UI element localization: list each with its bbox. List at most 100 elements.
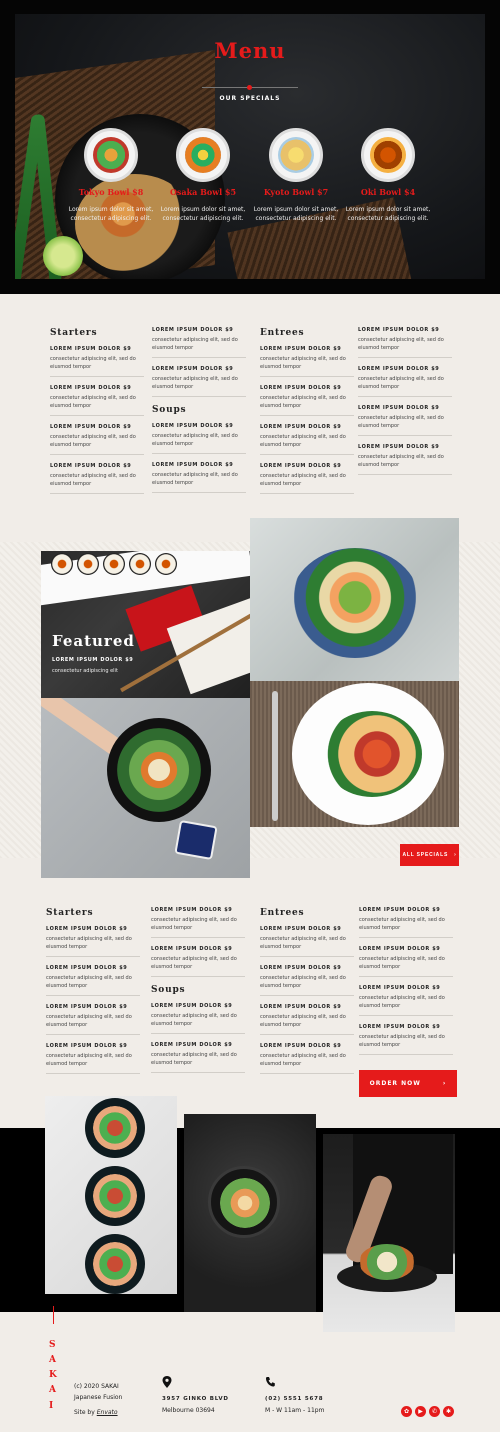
phone-number[interactable]: (02) 5551 5678: [265, 1394, 324, 1405]
menu-item: LOREM IPSUM DOLOR $9 consectetur adipisci…: [260, 424, 354, 455]
item-name: LOREM IPSUM DOLOR $9: [260, 385, 342, 391]
special-item[interactable]: Oki Bowl $4 Lorem ipsum dolor sit amet, …: [342, 128, 434, 223]
all-specials-button[interactable]: ALL SPECIALS ›: [400, 844, 459, 866]
menu-item: LOREM IPSUM DOLOR $9 consectetur adipisci…: [359, 985, 453, 1016]
item-name: LOREM IPSUM DOLOR $9: [46, 1004, 128, 1010]
yelp-icon[interactable]: ✱: [443, 1406, 454, 1417]
sushi-photo: [41, 551, 250, 698]
item-name: LOREM IPSUM DOLOR $9: [358, 405, 440, 411]
menu-item: LOREM IPSUM DOLOR $9 consectetur adipisci…: [358, 444, 452, 475]
footer-contact: (02) 5551 5678 M - W 11am - 11pm: [265, 1394, 324, 1416]
site-by-text: Site by: [74, 1409, 95, 1416]
item-desc: consectetur adipiscing elit, sed do eius…: [260, 975, 346, 989]
dark-plate-photo: [184, 1114, 316, 1312]
section-title: Soups: [151, 985, 186, 995]
item-name: LOREM IPSUM DOLOR $9: [50, 346, 132, 352]
item-desc: consectetur adipiscing elit, sed do eius…: [46, 936, 132, 950]
item-name: LOREM IPSUM DOLOR $9: [151, 1042, 233, 1048]
item-name: LOREM IPSUM DOLOR $9: [50, 385, 132, 391]
special-item[interactable]: Osaka Bowl $5 Lorem ipsum dolor sit amet…: [157, 128, 249, 223]
item-desc: consectetur adipiscing elit, sed do eius…: [260, 434, 346, 448]
youtube-icon[interactable]: ▶: [415, 1406, 426, 1417]
menu-item: LOREM IPSUM DOLOR $9 consectetur adipisci…: [46, 1004, 140, 1035]
phone-icon: [265, 1377, 275, 1387]
item-desc: consectetur adipiscing elit, sed do eius…: [50, 395, 136, 409]
brand-letter: S: [49, 1340, 56, 1350]
special-item[interactable]: Tokyo Bowl $8 Lorem ipsum dolor sit amet…: [65, 128, 157, 223]
special-name: Tokyo Bowl $8: [78, 187, 144, 197]
item-desc: consectetur adipiscing elit, sed do eius…: [260, 936, 346, 950]
item-desc: consectetur adipiscing elit, sed do eius…: [359, 956, 445, 970]
item-name: LOREM IPSUM DOLOR $9: [151, 907, 233, 913]
menu-title: Menu: [214, 38, 286, 63]
bowl-image: [84, 128, 138, 182]
item-name: LOREM IPSUM DOLOR $9: [46, 1043, 128, 1049]
menu-item: LOREM IPSUM DOLOR $9 consectetur adipisci…: [358, 405, 452, 436]
menu-item: LOREM IPSUM DOLOR $9 consectetur adipisci…: [152, 327, 246, 358]
item-desc: consectetur adipiscing elit, sed do eius…: [358, 415, 444, 429]
starters-column: Starters LOREM IPSUM DOLOR $9 consectetur…: [46, 908, 140, 1082]
item-name: LOREM IPSUM DOLOR $9: [260, 965, 342, 971]
item-name: LOREM IPSUM DOLOR $9: [358, 366, 440, 372]
item-desc: consectetur adipiscing elit, sed do eius…: [260, 1014, 346, 1028]
lime-slice: [43, 236, 83, 276]
item-desc: consectetur adipiscing elit, sed do eius…: [359, 1034, 445, 1048]
menu-item: LOREM IPSUM DOLOR $9 consectetur adipisci…: [151, 907, 245, 938]
item-desc: consectetur adipiscing elit, sed do eius…: [151, 1052, 237, 1066]
address-line2: Melbourne 03694: [162, 1407, 215, 1414]
item-desc: consectetur adipiscing elit, sed do eius…: [260, 356, 346, 370]
menu-item: LOREM IPSUM DOLOR $9 consectetur adipisci…: [46, 965, 140, 996]
menu-item: LOREM IPSUM DOLOR $9 consectetur adipisci…: [260, 965, 354, 996]
order-now-button[interactable]: ORDER NOW ›: [359, 1070, 457, 1097]
item-desc: consectetur adipiscing elit, sed do eius…: [152, 433, 238, 447]
special-item[interactable]: Kyoto Bowl $7 Lorem ipsum dolor sit amet…: [250, 128, 342, 223]
menu-item: LOREM IPSUM DOLOR $9 consectetur adipisci…: [260, 1043, 354, 1074]
menu-item: LOREM IPSUM DOLOR $9 consectetur adipisci…: [151, 1042, 245, 1073]
menu-item: LOREM IPSUM DOLOR $9 consectetur adipisci…: [260, 346, 354, 377]
special-desc: Lorem ipsum dolor sit amet, consectetur …: [345, 206, 431, 222]
menu-item: LOREM IPSUM DOLOR $9 consectetur adipisci…: [260, 926, 354, 957]
item-name: LOREM IPSUM DOLOR $9: [358, 327, 440, 333]
section-title: Starters: [46, 908, 94, 918]
item-name: LOREM IPSUM DOLOR $9: [359, 985, 441, 991]
special-desc: Lorem ipsum dolor sit amet, consectetur …: [160, 206, 246, 222]
soups-column: LOREM IPSUM DOLOR $9 consectetur adipisci…: [152, 327, 246, 501]
brand-accent-line: [53, 1306, 54, 1324]
menu-item: LOREM IPSUM DOLOR $9 consectetur adipisci…: [50, 346, 144, 377]
shrimp-plate-photo: [250, 681, 459, 827]
menu-item: LOREM IPSUM DOLOR $9 consectetur adipisci…: [358, 366, 452, 397]
whatsapp-icon[interactable]: ✆: [429, 1406, 440, 1417]
menu-item: LOREM IPSUM DOLOR $9 consectetur adipisci…: [152, 366, 246, 397]
chevron-right-icon: ›: [454, 852, 457, 858]
item-name: LOREM IPSUM DOLOR $9: [359, 1024, 441, 1030]
menu-item: LOREM IPSUM DOLOR $9 consectetur adipisci…: [359, 907, 453, 938]
featured-item-desc: consectetur adipiscing elit: [52, 668, 118, 674]
item-desc: consectetur adipiscing elit, sed do eius…: [359, 917, 445, 931]
brand-letter: K: [49, 1370, 57, 1380]
item-desc: consectetur adipiscing elit, sed do eius…: [152, 376, 238, 390]
item-name: LOREM IPSUM DOLOR $9: [260, 926, 342, 932]
menu-item: LOREM IPSUM DOLOR $9 consectetur adipisci…: [359, 946, 453, 977]
item-desc: consectetur adipiscing elit, sed do eius…: [151, 956, 237, 970]
map-pin-icon: [162, 1376, 172, 1388]
item-desc: consectetur adipiscing elit, sed do eius…: [359, 995, 445, 1009]
opening-hours: M - W 11am - 11pm: [265, 1407, 325, 1414]
item-desc: consectetur adipiscing elit, sed do eius…: [260, 1053, 346, 1067]
item-desc: consectetur adipiscing elit, sed do eius…: [50, 473, 136, 487]
item-desc: consectetur adipiscing elit, sed do eius…: [358, 376, 444, 390]
envato-link[interactable]: Envato: [97, 1409, 118, 1416]
section-title: Starters: [50, 328, 98, 338]
special-name: Oki Bowl $4: [360, 187, 416, 197]
item-name: LOREM IPSUM DOLOR $9: [260, 463, 342, 469]
item-name: LOREM IPSUM DOLOR $9: [359, 946, 441, 952]
item-name: LOREM IPSUM DOLOR $9: [46, 965, 128, 971]
foursquare-icon[interactable]: ✿: [401, 1406, 412, 1417]
footer-company: (c) 2020 SAKAI Japanese Fusion Site by E…: [74, 1381, 122, 1418]
starters-column: Starters LOREM IPSUM DOLOR $9 consectetur…: [50, 328, 144, 502]
all-specials-label: ALL SPECIALS: [402, 852, 449, 858]
item-name: LOREM IPSUM DOLOR $9: [151, 1003, 233, 1009]
special-name: Kyoto Bowl $7: [263, 187, 329, 197]
poke-bowl-photo: [250, 518, 459, 681]
menu-item: LOREM IPSUM DOLOR $9 consectetur adipisci…: [260, 385, 354, 416]
item-name: LOREM IPSUM DOLOR $9: [359, 907, 441, 913]
